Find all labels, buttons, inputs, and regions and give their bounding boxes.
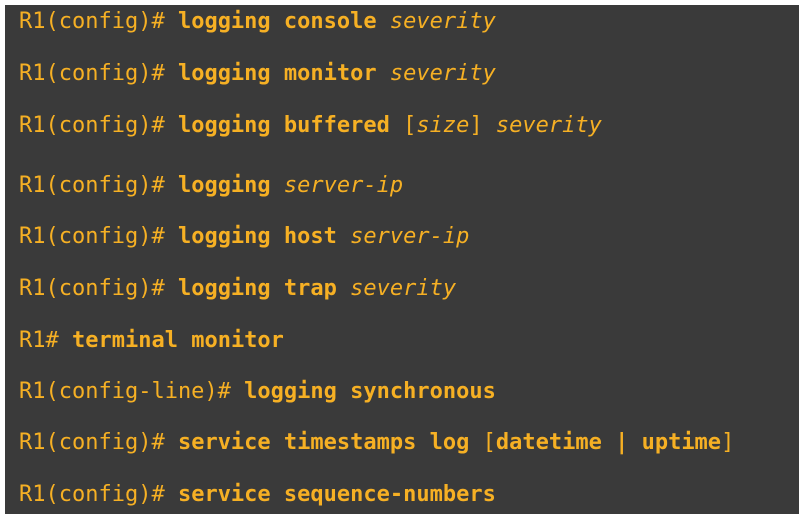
command-line-logging-buffered: R1(config)# logging buffered [size] seve… bbox=[19, 113, 602, 139]
optional-argument: size bbox=[416, 113, 470, 138]
command-keyword: logging host bbox=[177, 224, 337, 249]
command-line-terminal-monitor: R1# terminal monitor bbox=[19, 328, 284, 354]
command-keyword: logging trap bbox=[177, 276, 337, 301]
command-line-logging-monitor: R1(config)# logging monitor severity bbox=[19, 61, 496, 87]
command-keyword: logging console bbox=[177, 9, 377, 34]
command-keyword: service sequence-numbers bbox=[177, 482, 496, 507]
choice-option: uptime bbox=[641, 430, 722, 455]
cli-prompt: R1(config)# bbox=[19, 173, 165, 198]
command-argument: server-ip bbox=[283, 173, 404, 198]
cli-prompt: R1(config)# bbox=[19, 61, 165, 86]
command-keyword: terminal monitor bbox=[72, 328, 284, 353]
command-argument: severity bbox=[389, 61, 496, 86]
command-keyword: logging buffered bbox=[177, 113, 390, 138]
close-bracket: ] bbox=[721, 430, 735, 455]
cli-prompt: R1(config)# bbox=[19, 224, 165, 249]
command-line-logging-console: R1(config)# logging console severity bbox=[19, 9, 496, 35]
cli-prompt: R1(config)# bbox=[19, 113, 165, 138]
command-line-logging-trap: R1(config)# logging trap severity bbox=[19, 276, 456, 302]
cli-prompt: R1(config)# bbox=[19, 482, 165, 507]
command-line-logging-host: R1(config)# logging host server-ip bbox=[19, 224, 469, 250]
command-argument: severity bbox=[389, 9, 496, 34]
command-keyword: logging monitor bbox=[177, 61, 377, 86]
command-argument: severity bbox=[495, 113, 602, 138]
command-line-logging-server: R1(config)# logging server-ip bbox=[19, 173, 403, 199]
command-line-service-sequence-numbers: R1(config)# service sequence-numbers bbox=[19, 482, 496, 508]
cli-prompt: R1(config)# bbox=[19, 430, 165, 455]
cli-prompt: R1(config-line)# bbox=[19, 379, 231, 404]
command-line-service-timestamps: R1(config)# service timestamps log [date… bbox=[19, 430, 734, 456]
command-keyword: logging synchronous bbox=[244, 379, 496, 404]
cli-prompt: R1(config)# bbox=[19, 9, 165, 34]
command-argument: server-ip bbox=[350, 224, 470, 249]
cli-prompt: R1# bbox=[19, 328, 59, 353]
cli-prompt: R1(config)# bbox=[19, 276, 165, 301]
command-line-logging-synchronous: R1(config-line)# logging synchronous bbox=[19, 379, 496, 405]
command-keyword: logging bbox=[177, 173, 271, 198]
command-keyword: service timestamps log bbox=[177, 430, 470, 455]
close-bracket: ] bbox=[469, 113, 483, 138]
open-bracket: [ bbox=[482, 430, 496, 455]
choice-separator: | bbox=[615, 430, 629, 455]
command-argument: severity bbox=[350, 276, 457, 301]
choice-option: datetime bbox=[495, 430, 602, 455]
open-bracket: [ bbox=[403, 113, 417, 138]
cli-command-panel: R1(config)# logging console severity R1(… bbox=[5, 5, 799, 514]
